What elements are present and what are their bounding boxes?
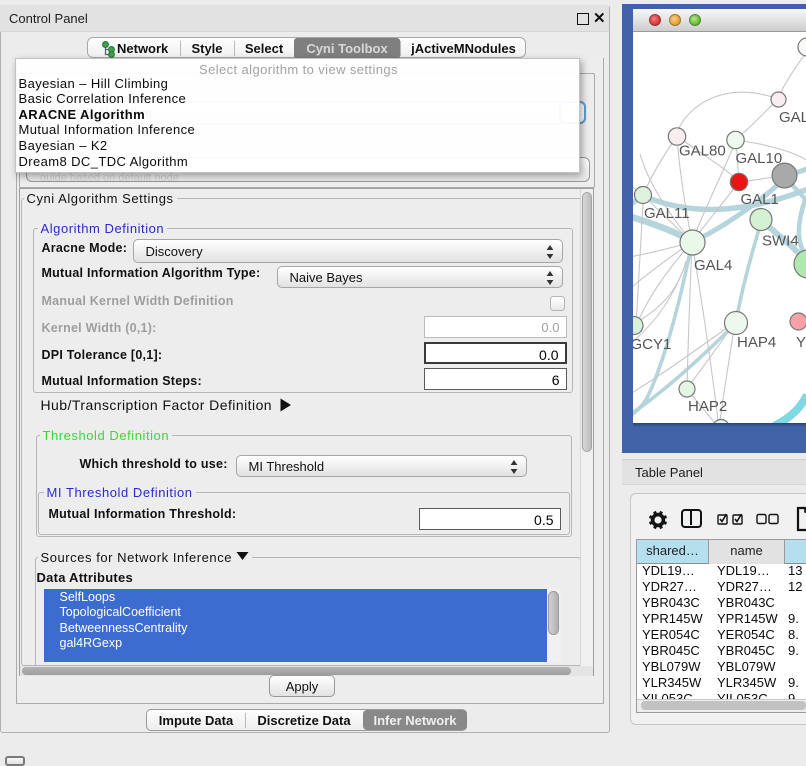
svg-text:GAL4: GAL4 [694,257,732,274]
svg-text:SWI4: SWI4 [762,233,799,250]
svg-text:GAL1: GAL1 [741,191,779,208]
svg-text:GAL: GAL [779,109,806,126]
svg-text:GAL80: GAL80 [679,143,726,160]
svg-text:GCY1: GCY1 [633,336,671,353]
svg-text:GAL11: GAL11 [644,205,690,222]
svg-text:HAP4: HAP4 [737,334,776,351]
svg-text:HAP2: HAP2 [688,398,727,415]
svg-text:Y: Y [796,334,806,351]
svg-text:GAL10: GAL10 [736,150,783,167]
